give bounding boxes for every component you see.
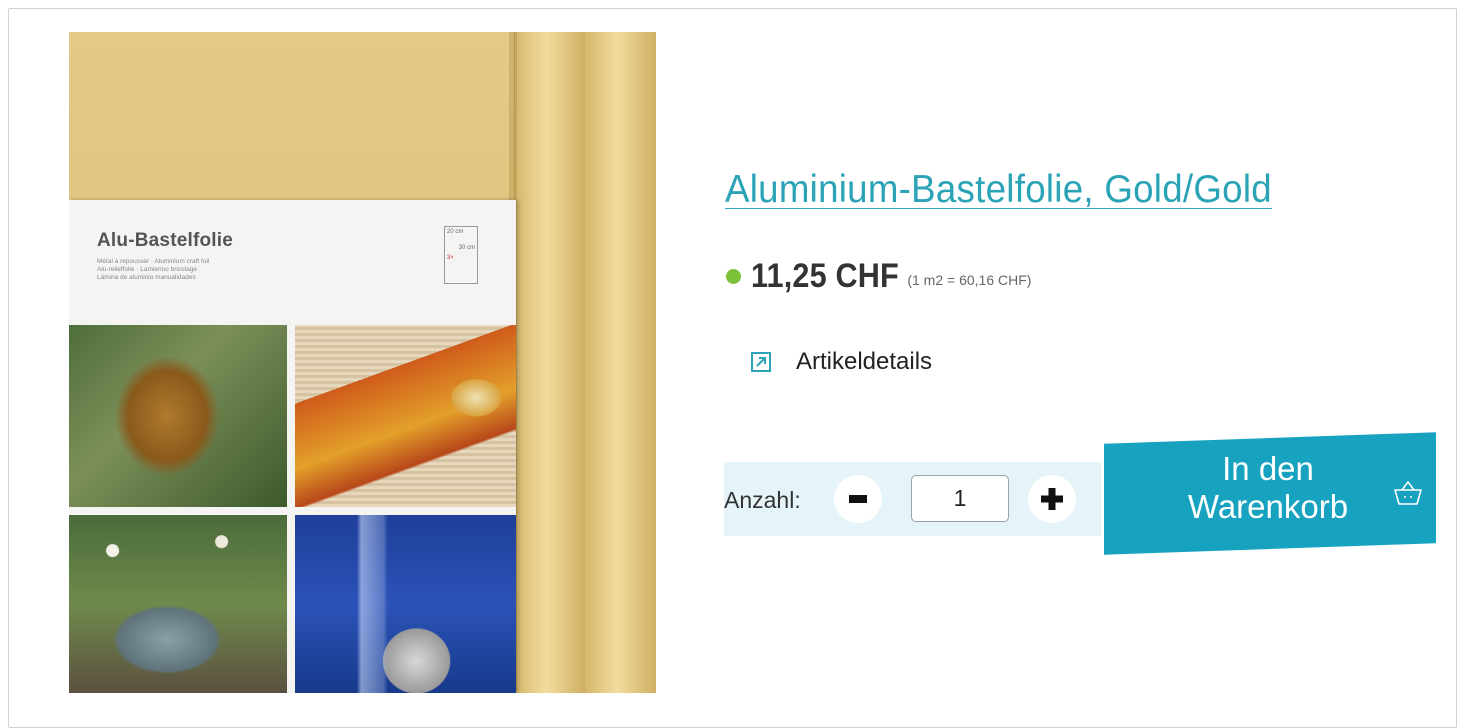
package-size-count: 3×: [447, 255, 454, 261]
package-subtitle-line: Alu-relieffolie · Lamierino bricolage: [97, 266, 197, 273]
quantity-label: Anzahl:: [724, 487, 801, 513]
add-to-cart-label-line2: Warenkorb: [1187, 488, 1349, 525]
product-image[interactable]: Alu-Bastelfolie Métal à repousser · Alum…: [69, 32, 656, 693]
quantity-input[interactable]: [911, 475, 1009, 522]
package-size-badge: 20 cm 30 cm 3×: [444, 226, 478, 284]
unit-price: (1 m2 = 60,16 CHF): [907, 272, 1032, 288]
add-to-cart-label: In den Warenkorb: [1148, 450, 1388, 526]
basket-icon: [1394, 481, 1422, 505]
price-row: 11,25 CHF (1 m2 = 60,16 CHF): [726, 256, 1031, 296]
package-subtitle: Métal à repousser · Aluminium craft foil…: [97, 258, 209, 282]
add-to-cart-content: In den Warenkorb: [1104, 438, 1436, 549]
external-link-icon: [751, 352, 771, 372]
product-price: 11,25 CHF: [751, 256, 899, 295]
package-subtitle-line: Métal à repousser · Aluminium craft foil: [97, 258, 210, 265]
product-title-link[interactable]: Aluminium-Bastelfolie, Gold/Gold: [725, 168, 1272, 212]
add-to-cart-button[interactable]: In den Warenkorb: [1104, 432, 1436, 555]
package-size-height: 30 cm: [458, 245, 475, 251]
decrease-quantity-button[interactable]: [834, 475, 882, 523]
package-size-width: 20 cm: [447, 229, 464, 235]
increase-quantity-button[interactable]: [1028, 475, 1076, 523]
plus-icon: [1041, 488, 1063, 510]
decorated-box-photo: [295, 325, 516, 507]
quantity-panel: Anzahl:: [724, 462, 1101, 536]
owl-craft-photo: [69, 325, 287, 507]
watering-can-photo: [69, 515, 287, 693]
product-package: Alu-Bastelfolie Métal à repousser · Alum…: [69, 200, 516, 693]
package-title: Alu-Bastelfolie: [97, 230, 234, 251]
package-subtitle-line: Lámina de aluminio manualidades: [97, 274, 196, 281]
gold-sheet: [514, 32, 585, 693]
availability-dot-icon: [726, 268, 741, 284]
gold-sheet: [584, 32, 656, 693]
minus-icon: [849, 495, 867, 503]
glass-photo: [295, 515, 516, 693]
article-details-label: Artikeldetails: [796, 348, 933, 375]
article-details-link[interactable]: Artikeldetails: [751, 348, 932, 376]
add-to-cart-label-line1: In den: [1222, 450, 1314, 487]
